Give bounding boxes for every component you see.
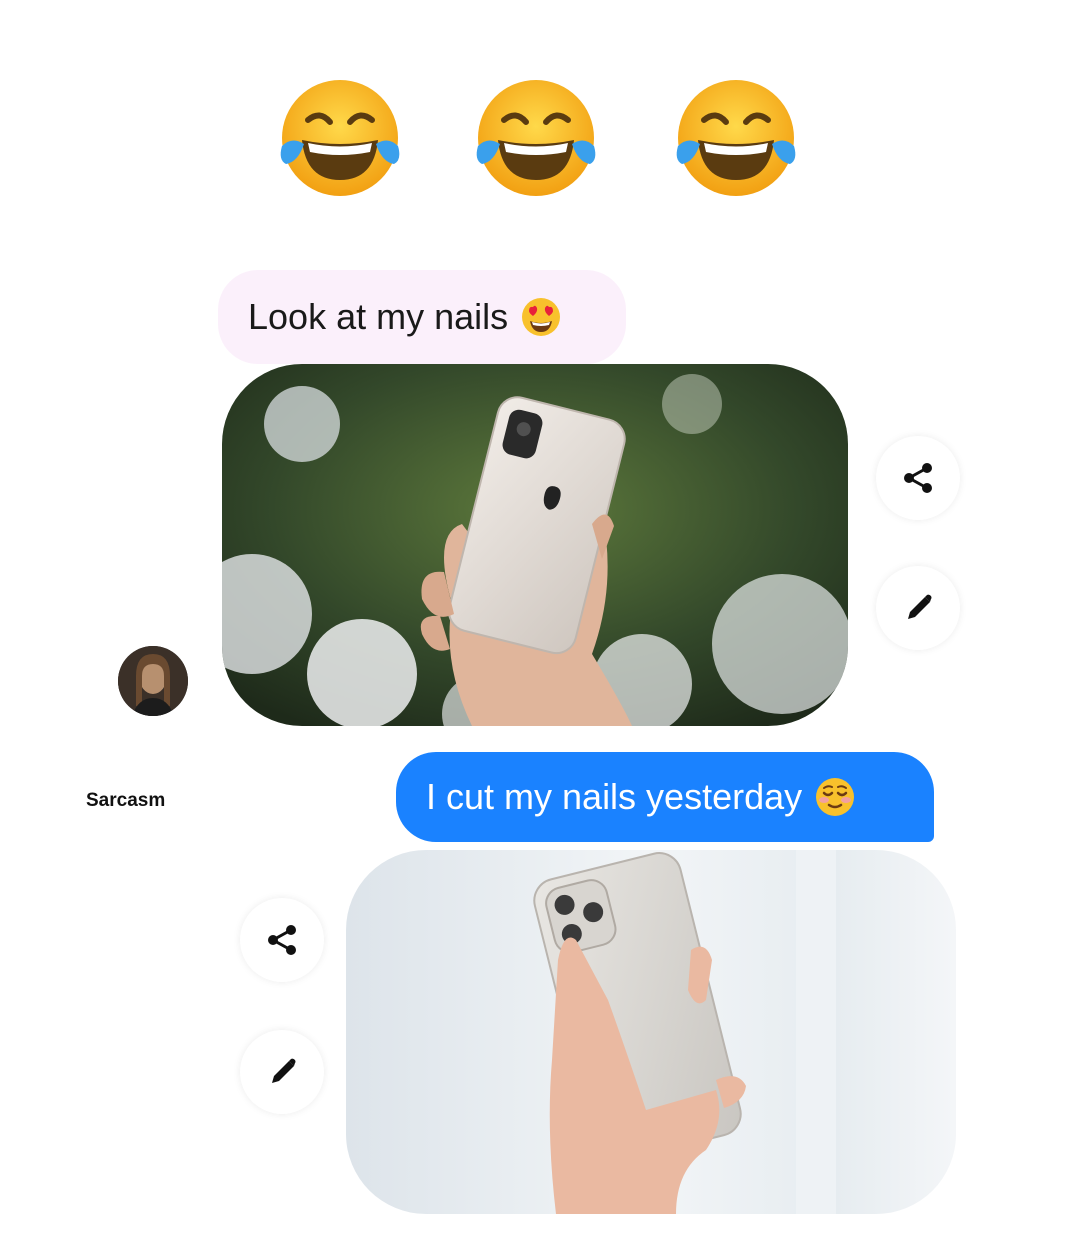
incoming-message-bubble[interactable]: Look at my nails	[218, 270, 626, 364]
edit-button[interactable]	[240, 1030, 324, 1114]
share-icon	[904, 463, 932, 493]
outgoing-message-bubble[interactable]: I cut my nails yesterday	[396, 752, 934, 842]
image-attachment-long-nails[interactable]	[222, 364, 848, 726]
share-button[interactable]	[240, 898, 324, 982]
tears-of-joy-emoji-icon	[278, 76, 402, 200]
avatar[interactable]	[118, 646, 188, 716]
incoming-message-text: Look at my nails	[248, 296, 509, 337]
person-avatar-icon	[118, 646, 188, 716]
heart-eyes-emoji-icon	[520, 296, 562, 338]
pencil-icon	[908, 594, 932, 619]
share-icon	[268, 925, 296, 955]
edit-button[interactable]	[876, 566, 960, 650]
watermark-label: Sarcasm	[86, 790, 166, 811]
outgoing-message-text: I cut my nails yesterday	[426, 776, 803, 817]
tears-of-joy-emoji-icon	[674, 76, 798, 200]
image-attachment-short-nails[interactable]	[346, 850, 956, 1214]
tears-of-joy-emoji-icon	[474, 76, 598, 200]
share-button[interactable]	[876, 436, 960, 520]
pencil-icon	[272, 1058, 296, 1083]
reaction-emoji-row	[278, 76, 802, 200]
relieved-face-emoji-icon	[814, 776, 856, 818]
